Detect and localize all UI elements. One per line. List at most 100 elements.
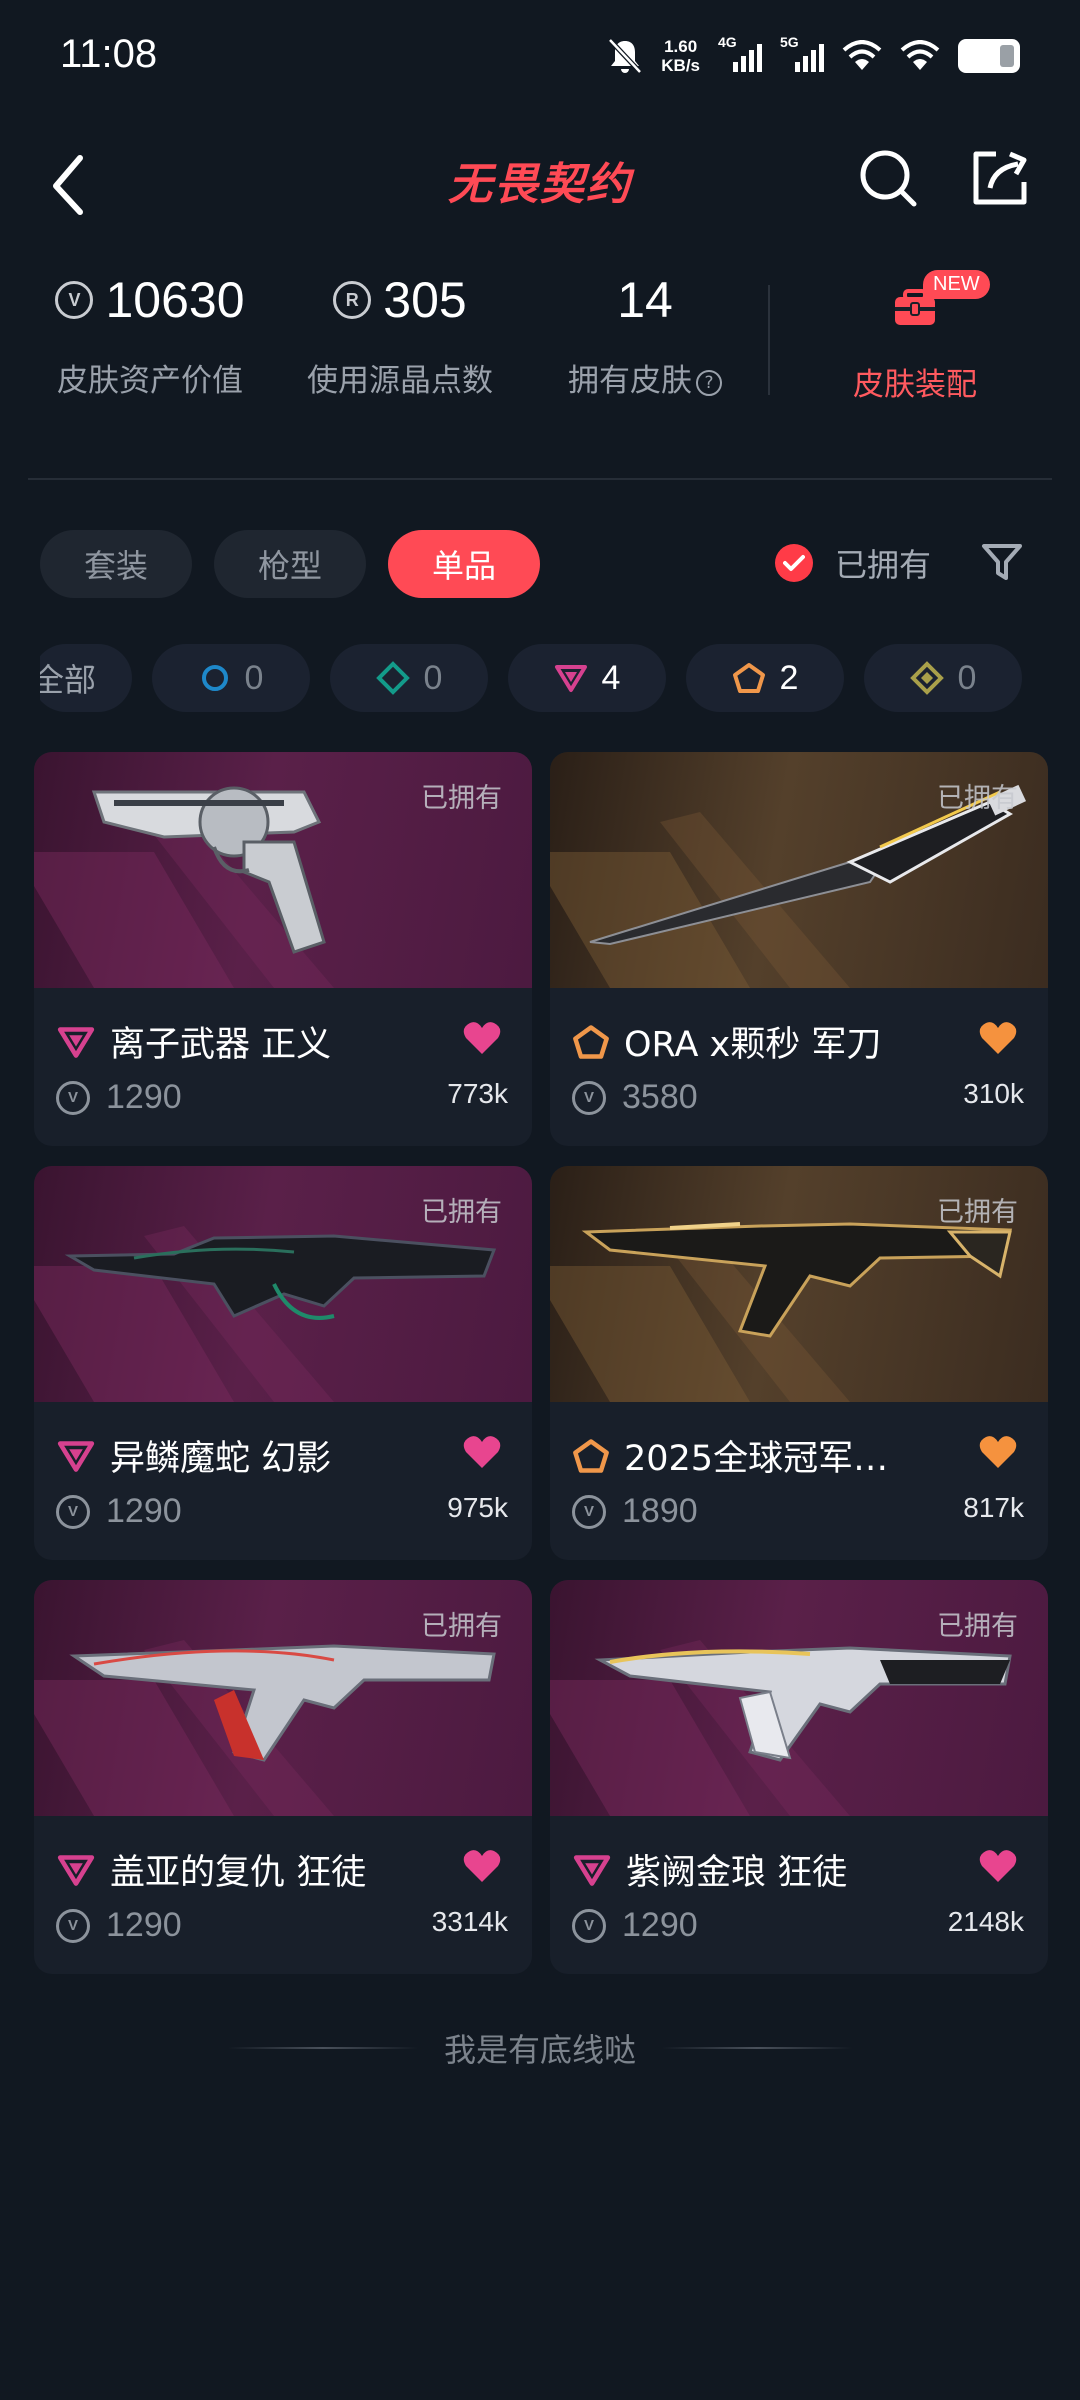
vp-coin-icon: V xyxy=(55,281,94,319)
owned-tag: 已拥有 xyxy=(421,1611,502,1642)
skin-banner: 已拥有 xyxy=(550,752,1048,988)
heart-icon[interactable] xyxy=(978,1848,1018,1884)
chip-count: 4 xyxy=(601,658,621,697)
radianite-value: 305 xyxy=(383,272,467,328)
skin-banner: 已拥有 xyxy=(34,752,532,988)
skin-name: ORA x颗秒 军刀 xyxy=(624,1025,882,1065)
skin-card[interactable]: 已拥有 盖亚的复仇 狂徒 V 1290 3314k xyxy=(34,1580,532,1974)
skin-likes: 817k xyxy=(963,1492,1024,1523)
chip-count: 0 xyxy=(423,658,443,697)
skin-card[interactable]: 已拥有 ORA x颗秒 军刀 V 3580 310k xyxy=(550,752,1048,1146)
skin-banner: 已拥有 xyxy=(550,1580,1048,1816)
share-button[interactable] xyxy=(968,146,1032,210)
status-bar: 11:08 1.60 KB/s 4G 5G xyxy=(0,0,1080,110)
tab-bundle[interactable]: 套装 xyxy=(40,530,193,598)
chip-count: 0 xyxy=(957,658,977,697)
stat-skins-owned: 14 拥有皮肤? xyxy=(540,265,750,400)
skin-price-row: V 1290 xyxy=(56,1078,182,1117)
skin-price-row: V 3580 xyxy=(572,1078,698,1117)
divider xyxy=(28,478,1052,480)
help-icon[interactable]: ? xyxy=(696,369,722,396)
end-of-list: 我是有底线哒 xyxy=(0,2025,1080,2071)
battery-icon xyxy=(958,39,1020,73)
skin-price-row: V 1290 xyxy=(56,1906,182,1945)
skin-banner: 已拥有 xyxy=(34,1580,532,1816)
status-time: 11:08 xyxy=(60,32,158,76)
mute-bell-icon xyxy=(608,38,643,74)
search-button[interactable] xyxy=(856,146,920,210)
owned-tag: 已拥有 xyxy=(421,783,502,814)
net-speed: 1.60 KB/s xyxy=(661,37,700,75)
heart-icon[interactable] xyxy=(462,1434,502,1470)
vp-coin-icon: V xyxy=(56,1080,90,1115)
heart-icon[interactable] xyxy=(978,1020,1018,1056)
deluxe-tier-icon xyxy=(375,661,410,695)
skin-card[interactable]: 已拥有 紫阙金琅 狂徒 V 1290 2148k xyxy=(550,1580,1048,1974)
chip-deluxe-tier[interactable]: 0 xyxy=(330,644,488,712)
skin-price: 1290 xyxy=(106,1906,182,1944)
rarity-chips: 全部 0 0 4 2 0 xyxy=(40,644,1040,712)
skin-loadout-button[interactable]: NEW 皮肤装配 xyxy=(800,265,1030,404)
ultra-tier-icon xyxy=(909,661,944,695)
skin-name: 离子武器 正义 xyxy=(110,1025,332,1065)
vp-coin-icon: V xyxy=(572,1908,606,1943)
exclusive-tier-icon xyxy=(573,1024,609,1059)
owned-tag: 已拥有 xyxy=(937,783,1018,814)
skin-likes: 3314k xyxy=(431,1906,508,1937)
skin-name-row: 离子武器 正义 xyxy=(56,1016,512,1067)
skin-banner: 已拥有 xyxy=(550,1166,1048,1402)
tab-single-item[interactable]: 单品 xyxy=(388,530,541,598)
vp-coin-icon: V xyxy=(56,1494,90,1529)
skin-name: 异鳞魔蛇 幻影 xyxy=(110,1439,332,1479)
heart-icon[interactable] xyxy=(978,1434,1018,1470)
premium-tier-icon xyxy=(57,1440,95,1472)
skin-name-row: 盖亚的复仇 狂徒 xyxy=(56,1844,512,1895)
chip-all[interactable]: 全部 xyxy=(40,644,132,712)
vp-coin-icon: V xyxy=(56,1908,90,1943)
skin-card[interactable]: 已拥有 离子武器 正义 V 1290 773k xyxy=(34,752,532,1146)
chip-exclusive-tier[interactable]: 2 xyxy=(686,644,844,712)
premium-tier-icon xyxy=(573,1854,611,1886)
signal-5g-icon: 5G xyxy=(780,34,824,76)
skin-card[interactable]: 已拥有 2025全球冠军… V 1890 817k xyxy=(550,1166,1048,1560)
chip-count: 2 xyxy=(779,658,799,697)
skin-name-row: ORA x颗秒 军刀 xyxy=(572,1016,1028,1067)
heart-icon[interactable] xyxy=(462,1848,502,1884)
skin-price: 1290 xyxy=(106,1078,182,1116)
chip-ultra-tier[interactable]: 0 xyxy=(864,644,1022,712)
wifi-icon-2 xyxy=(900,40,940,70)
wifi-icon xyxy=(842,40,882,70)
skins-owned-value: 14 xyxy=(617,272,673,328)
chip-select-tier[interactable]: 0 xyxy=(152,644,310,712)
status-icons: 1.60 KB/s 4G 5G xyxy=(607,34,1020,76)
net-speed-unit: KB/s xyxy=(661,56,700,75)
skins-owned-label: 拥有皮肤 xyxy=(568,363,692,399)
skin-price-row: V 1890 xyxy=(572,1492,698,1531)
heart-icon[interactable] xyxy=(462,1020,502,1056)
owned-filter-label: 已拥有 xyxy=(835,546,932,584)
skin-likes: 2148k xyxy=(947,1906,1024,1937)
skin-name-row: 2025全球冠军… xyxy=(572,1430,1028,1481)
skin-banner: 已拥有 xyxy=(34,1166,532,1402)
premium-tier-icon xyxy=(554,665,587,692)
category-tabs: 套装 枪型 单品 xyxy=(40,530,541,598)
filter-funnel-icon[interactable] xyxy=(980,540,1024,584)
header: 无畏契约 xyxy=(0,130,1080,230)
chip-premium-tier[interactable]: 4 xyxy=(508,644,666,712)
footer-text: 我是有底线哒 xyxy=(443,2031,636,2069)
owned-filter-toggle[interactable]: 已拥有 xyxy=(775,540,931,586)
owned-tag: 已拥有 xyxy=(421,1197,502,1228)
skin-name-row: 紫阙金琅 狂徒 xyxy=(572,1844,1028,1895)
skin-card[interactable]: 已拥有 异鳞魔蛇 幻影 V 1290 975k xyxy=(34,1166,532,1560)
skin-price: 1290 xyxy=(622,1906,698,1944)
stat-radianite: R 305 使用源晶点数 xyxy=(290,265,510,400)
radianite-coin-icon: R xyxy=(333,281,372,319)
stat-asset-value: V 10630 皮肤资产价值 xyxy=(40,265,260,400)
tab-weapon-type[interactable]: 枪型 xyxy=(214,530,367,598)
exclusive-tier-icon xyxy=(732,663,765,693)
vp-coin-icon: V xyxy=(572,1494,606,1529)
owned-tag: 已拥有 xyxy=(937,1197,1018,1228)
stats-divider xyxy=(768,285,770,395)
checkmark-icon xyxy=(775,544,813,582)
toolbox-icon xyxy=(895,289,935,325)
